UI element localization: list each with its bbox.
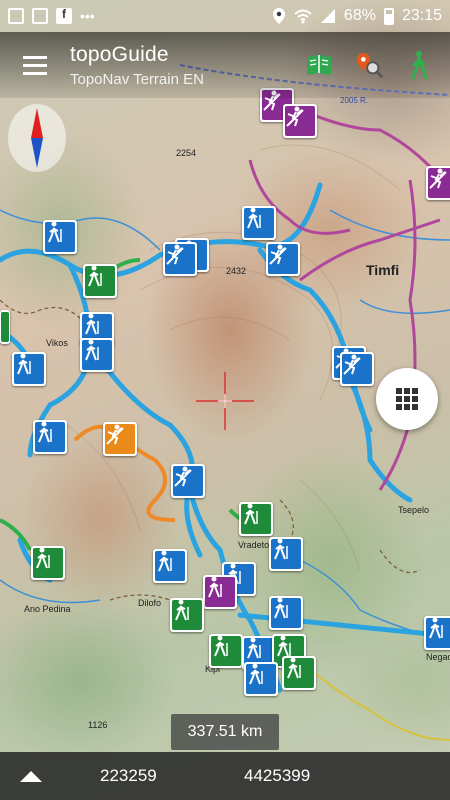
location-icon — [272, 8, 285, 24]
hiking-marker[interactable] — [43, 220, 77, 254]
more-icon: ••• — [80, 8, 95, 24]
climbing-marker[interactable] — [163, 242, 197, 276]
hiker-mode-icon[interactable] — [404, 50, 434, 80]
hiking-marker[interactable] — [0, 310, 10, 344]
hiking-marker[interactable] — [170, 598, 204, 632]
village-label: Ano Pedina — [24, 604, 71, 614]
hiking-marker[interactable] — [282, 656, 316, 690]
facebook-icon: f — [56, 8, 72, 24]
climbing-marker[interactable] — [283, 104, 317, 138]
battery-icon — [383, 7, 394, 25]
hiking-marker[interactable] — [12, 352, 46, 386]
climbing-marker[interactable] — [103, 422, 137, 456]
hiking-marker[interactable] — [33, 420, 67, 454]
hiking-marker[interactable] — [31, 546, 65, 580]
grid-menu-button[interactable] — [376, 368, 438, 430]
hiking-marker[interactable] — [209, 634, 243, 668]
expand-panel-button[interactable] — [0, 752, 62, 800]
village-label: Vikos — [46, 338, 68, 348]
village-label: Negad — [426, 652, 450, 662]
distance-display: 337.51 km — [171, 714, 279, 750]
coordinates-bar: 223259 4425399 — [0, 752, 450, 800]
coordinate-northing: 4425399 — [244, 766, 311, 785]
village-label: Dilofo — [138, 598, 162, 608]
hiking-marker[interactable] — [80, 338, 114, 372]
region-label: Timfi — [366, 262, 400, 278]
guidebook-icon[interactable] — [304, 50, 334, 80]
climbing-marker[interactable] — [171, 464, 205, 498]
battery-percent: 68% — [343, 7, 376, 24]
hiking-marker[interactable] — [269, 596, 303, 630]
peak-label: 2254 — [176, 148, 197, 158]
gallery-icon — [8, 8, 24, 24]
app-toolbar: topoGuide TopoNav Terrain EN — [0, 32, 450, 98]
village-label: Tsepelo — [398, 505, 430, 515]
chevron-up-icon — [20, 770, 42, 782]
hiking-marker[interactable] — [153, 549, 187, 583]
hiking-marker[interactable] — [269, 537, 303, 571]
hamburger-menu-icon[interactable] — [0, 32, 70, 98]
mail-icon — [32, 8, 48, 24]
hiking-marker[interactable] — [83, 264, 117, 298]
climbing-marker[interactable] — [266, 242, 300, 276]
hiking-marker[interactable] — [424, 616, 450, 650]
app-title: topoGuide — [70, 42, 169, 66]
hiking-marker[interactable] — [244, 662, 278, 696]
search-location-icon[interactable] — [354, 50, 384, 80]
map-crosshair — [196, 372, 254, 430]
signal-icon — [320, 9, 335, 23]
clock: 23:15 — [401, 7, 442, 24]
climbing-marker[interactable] — [340, 352, 374, 386]
wifi-icon — [294, 9, 312, 24]
hiking-marker[interactable] — [203, 575, 237, 609]
map-name[interactable]: TopoNav Terrain EN — [70, 71, 204, 88]
elevation-label: 1126 — [88, 720, 108, 730]
peak-label: 2432 — [226, 266, 247, 276]
village-label: Vradeto — [238, 540, 270, 550]
grid-icon — [396, 388, 418, 410]
hiking-marker[interactable] — [242, 206, 276, 240]
coordinate-easting: 223259 — [100, 766, 157, 785]
climbing-marker[interactable] — [426, 166, 450, 200]
hiking-marker[interactable] — [239, 502, 273, 536]
status-bar: f ••• 68% 23:15 — [0, 0, 450, 32]
compass-icon[interactable] — [8, 104, 66, 172]
